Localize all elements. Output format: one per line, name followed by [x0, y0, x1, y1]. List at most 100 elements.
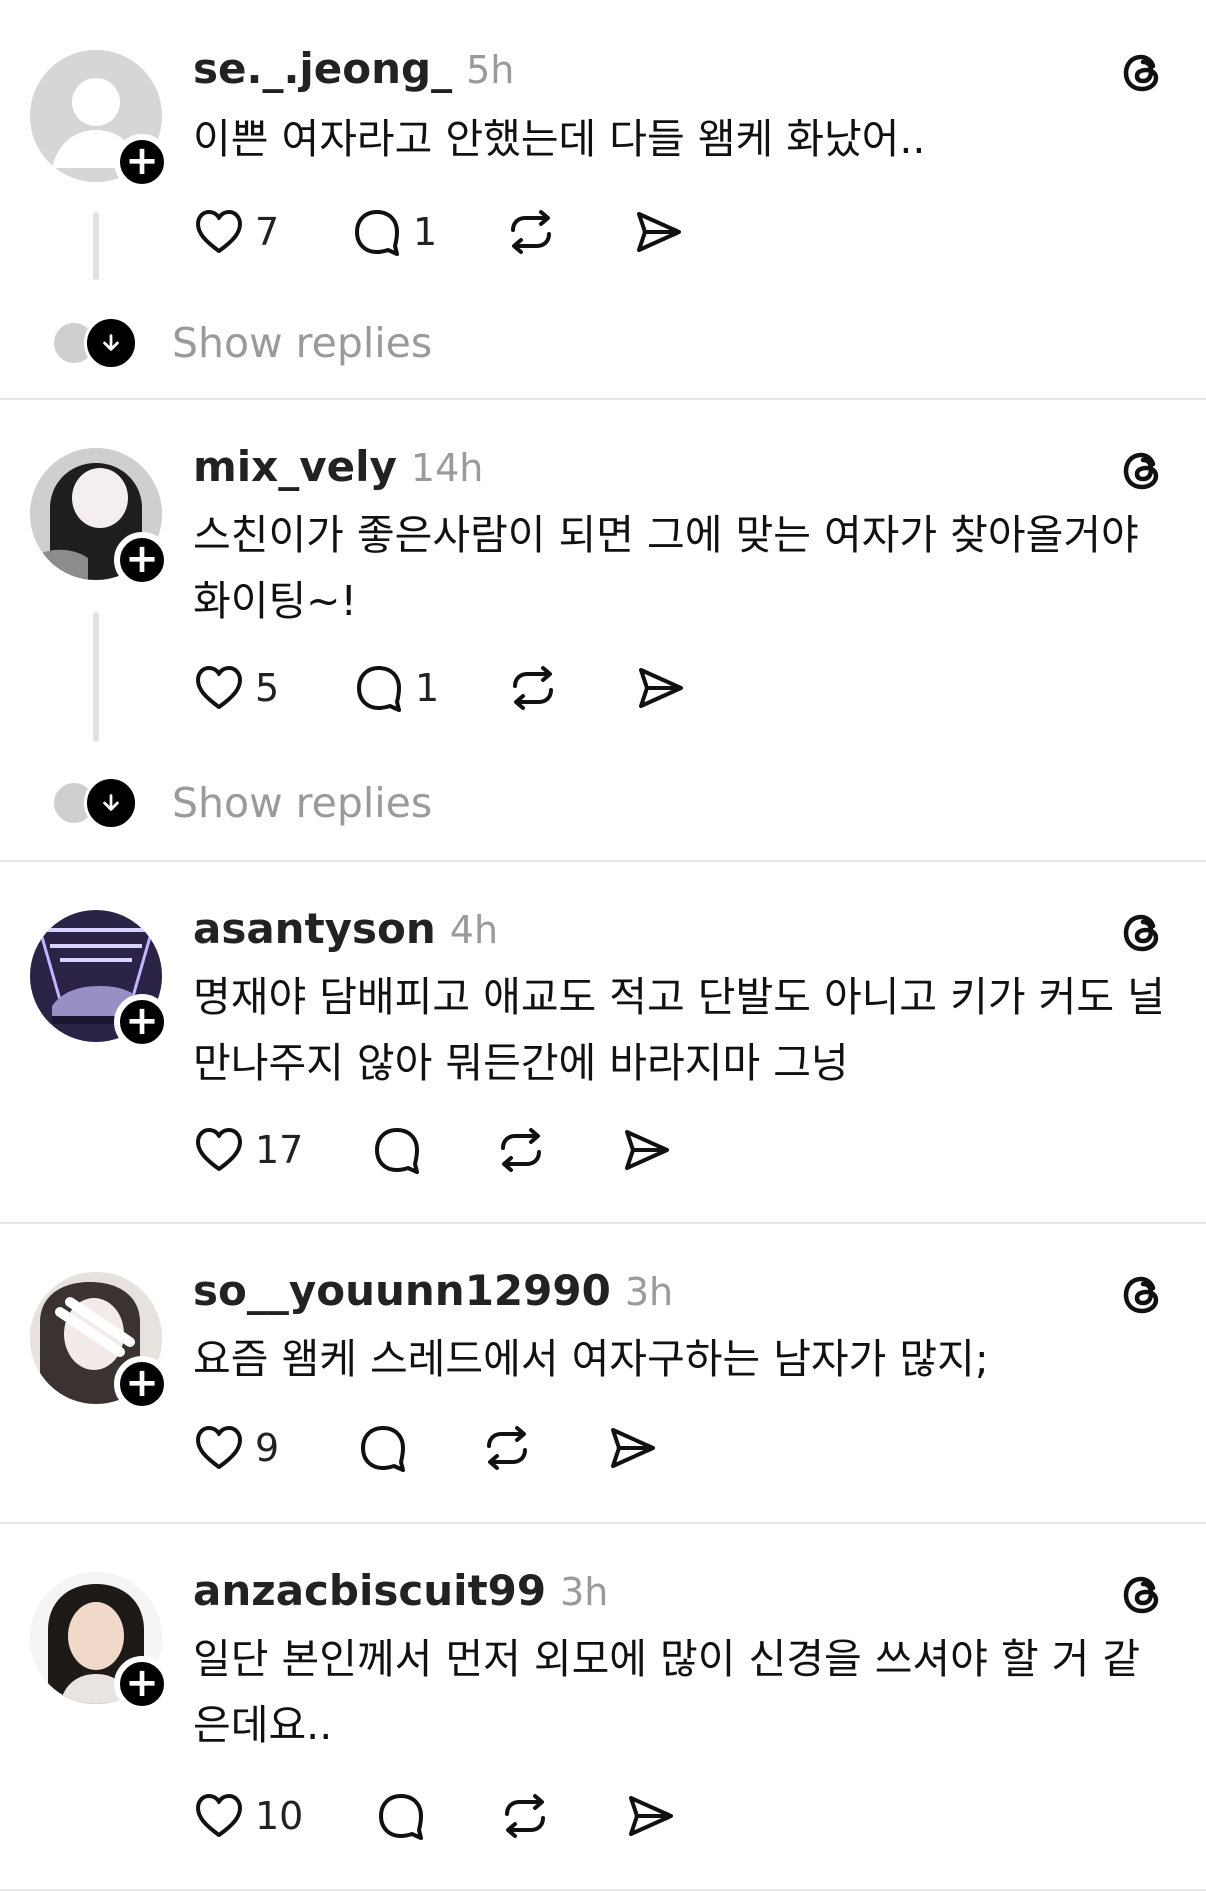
like-button[interactable]: 7 [193, 204, 279, 260]
plus-icon: + [125, 1660, 159, 1706]
show-replies-button[interactable]: Show replies [52, 776, 432, 830]
comment-button[interactable]: 1 [353, 660, 439, 716]
avatar[interactable]: + [30, 1272, 170, 1412]
repost-icon [501, 1128, 541, 1172]
like-count: 17 [255, 1128, 304, 1172]
repost-icon [487, 1426, 527, 1470]
post: + anzacbiscuit99 3h 일단 본인께서 먼저 외모에 많이 신경… [0, 1524, 1206, 1891]
share-button[interactable] [621, 1122, 673, 1178]
comment-icon [355, 210, 399, 256]
follow-button[interactable]: + [114, 532, 170, 588]
show-replies-button[interactable]: Show replies [52, 316, 432, 370]
threads-logo-icon[interactable] [1118, 908, 1168, 958]
comment-icon [375, 1128, 419, 1174]
like-count: 7 [255, 210, 280, 254]
repost-button[interactable] [495, 1122, 547, 1178]
repost-button[interactable] [481, 1420, 533, 1476]
like-button[interactable]: 10 [193, 1788, 303, 1844]
username[interactable]: asantyson [193, 904, 436, 953]
repost-icon [505, 1794, 545, 1838]
threads-logo-icon[interactable] [1118, 1270, 1168, 1320]
follow-button[interactable]: + [114, 1356, 170, 1412]
plus-icon: + [125, 536, 159, 582]
comment-count: 1 [415, 666, 440, 710]
show-replies-label: Show replies [172, 319, 433, 367]
username[interactable]: anzacbiscuit99 [193, 1566, 546, 1615]
like-count: 10 [255, 1794, 304, 1838]
heart-icon [196, 1128, 242, 1171]
arrow-down-icon [84, 316, 138, 370]
timestamp: 5h [466, 48, 515, 92]
username[interactable]: so__youunn12990 [193, 1266, 611, 1315]
repost-button[interactable] [499, 1788, 551, 1844]
send-icon [637, 212, 681, 252]
username[interactable]: se._.jeong_ [193, 44, 452, 93]
heart-icon [196, 210, 242, 253]
arrow-down-icon [84, 776, 138, 830]
post: + se._.jeong_ 5h 이쁜 여자라고 안했는데 다들 왬케 화났어.… [0, 0, 1206, 400]
comment-button[interactable] [371, 1122, 423, 1178]
post-text: 명재야 담배피고 애교도 적고 단발도 아니고 키가 커도 널 만나주지 않아 … [193, 973, 1165, 1087]
heart-icon [196, 1794, 242, 1837]
share-button[interactable] [625, 1788, 677, 1844]
avatar[interactable]: + [30, 1572, 170, 1712]
thread-line [93, 612, 99, 742]
post-text: 스친이가 좋은사람이 되면 그에 맞는 여자가 찾아올거야 화이팅~! [193, 511, 1139, 625]
timestamp: 3h [624, 1270, 674, 1314]
repost-icon [513, 666, 553, 710]
send-icon [639, 668, 683, 708]
avatar[interactable]: + [30, 448, 170, 588]
post-text: 일단 본인께서 먼저 외모에 많이 신경을 쓰셔야 할 거 같은데요.. [193, 1635, 1141, 1749]
thread-line [93, 212, 99, 280]
avatar[interactable]: + [30, 50, 170, 190]
comment-button[interactable]: 1 [351, 204, 437, 260]
post-header: asantyson 4h [193, 904, 498, 953]
threads-logo-icon[interactable] [1118, 1570, 1168, 1620]
heart-icon [196, 666, 242, 709]
share-button[interactable] [635, 660, 687, 716]
replies-feed: + se._.jeong_ 5h 이쁜 여자라고 안했는데 다들 왬케 화났어.… [0, 0, 1206, 1891]
avatar[interactable]: + [30, 910, 170, 1050]
like-count: 9 [255, 1426, 280, 1470]
post: + so__youunn12990 3h 요즘 왬케 스레드에서 여자구하는 남… [0, 1224, 1206, 1524]
comment-icon [379, 1794, 423, 1840]
threads-logo-icon[interactable] [1118, 446, 1168, 496]
follow-button[interactable]: + [114, 134, 170, 190]
plus-icon: + [125, 998, 159, 1044]
post-header: se._.jeong_ 5h [193, 44, 514, 93]
like-button[interactable]: 9 [193, 1420, 279, 1476]
post-text: 이쁜 여자라고 안했는데 다들 왬케 화났어.. [193, 115, 926, 163]
comment-button[interactable] [357, 1420, 409, 1476]
plus-icon: + [125, 138, 159, 184]
timestamp: 3h [560, 1570, 609, 1614]
comment-icon [361, 1426, 405, 1472]
send-icon [611, 1428, 655, 1468]
like-button[interactable]: 5 [193, 660, 279, 716]
post-header: so__youunn12990 3h [193, 1266, 673, 1315]
like-count: 5 [255, 666, 280, 710]
share-button[interactable] [633, 204, 685, 260]
repost-button[interactable] [505, 204, 557, 260]
repost-button[interactable] [507, 660, 559, 716]
heart-icon [196, 1426, 242, 1469]
username[interactable]: mix_vely [193, 442, 397, 491]
post-header: mix_vely 14h [193, 442, 483, 491]
post: + mix_vely 14h 스친이가 좋은사람이 되면 그에 맞는 여자가 찾… [0, 400, 1206, 862]
timestamp: 14h [410, 446, 484, 490]
send-icon [629, 1796, 673, 1836]
threads-logo-icon[interactable] [1118, 48, 1168, 98]
follow-button[interactable]: + [114, 994, 170, 1050]
post: + asantyson 4h 명재야 담배피고 애교도 적고 단발도 아니고 키… [0, 862, 1206, 1224]
comment-icon [357, 666, 401, 712]
send-icon [625, 1130, 669, 1170]
post-text: 요즘 왬케 스레드에서 여자구하는 남자가 많지; [193, 1335, 989, 1383]
timestamp: 4h [449, 908, 499, 952]
like-button[interactable]: 17 [193, 1122, 303, 1178]
repost-icon [511, 210, 551, 254]
comment-count: 1 [413, 210, 438, 254]
show-replies-label: Show replies [172, 779, 433, 827]
post-header: anzacbiscuit99 3h [193, 1566, 608, 1615]
follow-button[interactable]: + [114, 1656, 170, 1712]
comment-button[interactable] [375, 1788, 427, 1844]
share-button[interactable] [607, 1420, 659, 1476]
